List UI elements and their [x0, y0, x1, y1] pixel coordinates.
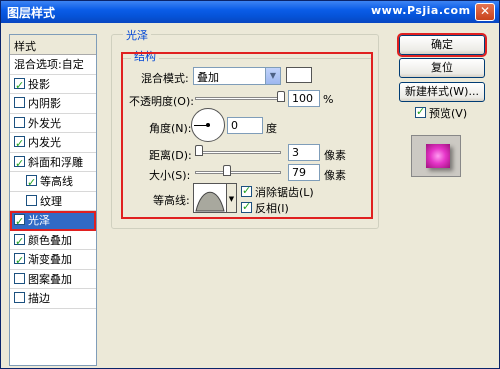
preview-swatch: [426, 144, 450, 168]
style-item-checkbox[interactable]: [14, 97, 25, 108]
style-item-checkbox[interactable]: [14, 232, 25, 251]
style-item-label: 斜面和浮雕: [28, 155, 83, 169]
styles-header: 样式: [10, 35, 96, 55]
chevron-down-icon: ▼: [265, 68, 280, 84]
distance-slider[interactable]: [195, 151, 281, 154]
antialias-option[interactable]: 消除锯齿(L): [241, 184, 314, 200]
style-item[interactable]: 图案叠加: [10, 270, 96, 289]
close-button[interactable]: ✕: [475, 3, 495, 21]
styles-list: 样式 混合选项:自定投影内阴影外发光内发光斜面和浮雕等高线纹理光泽颜色叠加渐变叠…: [9, 34, 97, 366]
style-item[interactable]: 外发光: [10, 114, 96, 133]
style-item[interactable]: 颜色叠加: [10, 231, 96, 251]
angle-input[interactable]: 0: [227, 117, 263, 134]
angle-dial[interactable]: [191, 108, 225, 142]
dialog-title: 图层样式: [7, 6, 56, 20]
style-item-checkbox[interactable]: [14, 251, 25, 270]
preview-option[interactable]: 预览(V): [415, 105, 467, 121]
style-item-checkbox[interactable]: [14, 134, 25, 153]
title-bar[interactable]: 图层样式 www.Psjia.com ✕: [1, 1, 499, 23]
watermark: www.Psjia.com: [371, 4, 471, 17]
contour-curve-icon: [195, 191, 225, 212]
invert-checkbox[interactable]: [241, 200, 252, 213]
blend-mode-value: 叠加: [197, 71, 219, 84]
style-item-label: 光泽: [28, 214, 50, 227]
contour-dropdown[interactable]: ▼: [227, 183, 237, 213]
style-item-label: 描边: [28, 292, 50, 305]
style-item-checkbox[interactable]: [26, 173, 37, 192]
preview-checkbox[interactable]: [415, 105, 426, 118]
invert-label: 反相(I): [255, 202, 289, 215]
opacity-input[interactable]: 100: [288, 90, 320, 107]
size-slider-thumb[interactable]: [223, 165, 231, 176]
style-item-label: 渐变叠加: [28, 253, 72, 266]
layer-style-dialog: 图层样式 www.Psjia.com ✕ 样式 混合选项:自定投影内阴影外发光内…: [0, 0, 500, 369]
style-item-checkbox[interactable]: [26, 194, 37, 206]
style-item-label: 等高线: [40, 175, 73, 188]
style-item[interactable]: 等高线: [10, 172, 96, 192]
style-item[interactable]: 渐变叠加: [10, 250, 96, 270]
style-item-label: 图案叠加: [28, 272, 72, 286]
reset-button[interactable]: 复位: [399, 58, 485, 78]
blend-mode-select[interactable]: 叠加 ▼: [193, 67, 281, 85]
close-icon: ✕: [479, 4, 491, 18]
ok-button[interactable]: 确定: [397, 33, 487, 57]
distance-slider-thumb[interactable]: [195, 145, 203, 156]
style-item-checkbox[interactable]: [14, 154, 25, 173]
invert-option[interactable]: 反相(I): [241, 200, 289, 216]
satin-color-swatch[interactable]: [286, 67, 312, 83]
distance-input[interactable]: 3: [288, 144, 320, 161]
distance-label: 距离(D):: [149, 149, 192, 162]
angle-label: 角度(N):: [149, 122, 192, 135]
opacity-slider[interactable]: [195, 97, 285, 100]
size-label: 大小(S):: [149, 169, 191, 182]
satin-group-title: 光泽: [123, 27, 151, 43]
style-item-checkbox[interactable]: [14, 116, 25, 128]
style-item-label: 内发光: [28, 136, 61, 149]
angle-unit: 度: [266, 122, 277, 135]
blend-mode-label: 混合模式:: [141, 72, 189, 85]
angle-dial-center: [206, 123, 210, 127]
style-item-label: 内阴影: [28, 97, 61, 110]
size-input[interactable]: 79: [288, 164, 320, 181]
style-item-label: 纹理: [40, 194, 62, 208]
style-item[interactable]: 描边: [10, 289, 96, 309]
style-item[interactable]: 纹理: [10, 192, 96, 211]
style-item[interactable]: 投影: [10, 75, 96, 95]
style-item-checkbox[interactable]: [14, 76, 25, 95]
contour-picker[interactable]: [193, 183, 227, 213]
antialias-checkbox[interactable]: [241, 184, 252, 197]
style-item-checkbox[interactable]: [14, 212, 25, 231]
style-item-checkbox[interactable]: [14, 272, 25, 284]
style-item-checkbox[interactable]: [14, 292, 25, 303]
style-item-label: 混合选项:自定: [14, 58, 84, 71]
style-item[interactable]: 内阴影: [10, 94, 96, 114]
style-item[interactable]: 光泽: [10, 211, 96, 231]
contour-label: 等高线:: [153, 194, 190, 207]
antialias-label: 消除锯齿(L): [255, 186, 314, 199]
style-item[interactable]: 斜面和浮雕: [10, 153, 96, 173]
style-item[interactable]: 混合选项:自定: [10, 55, 96, 75]
style-item[interactable]: 内发光: [10, 133, 96, 153]
size-slider[interactable]: [195, 171, 281, 174]
preview-label: 预览(V): [429, 107, 468, 120]
opacity-label: 不透明度(O):: [129, 95, 194, 108]
size-unit: 像素: [324, 169, 346, 182]
opacity-slider-thumb[interactable]: [277, 91, 285, 102]
style-item-label: 投影: [28, 77, 50, 91]
new-style-button[interactable]: 新建样式(W)...: [399, 82, 485, 102]
distance-unit: 像素: [324, 149, 346, 162]
style-item-label: 外发光: [28, 116, 61, 130]
style-preview: [411, 135, 461, 177]
style-item-label: 颜色叠加: [28, 233, 72, 247]
opacity-unit: %: [323, 93, 334, 106]
